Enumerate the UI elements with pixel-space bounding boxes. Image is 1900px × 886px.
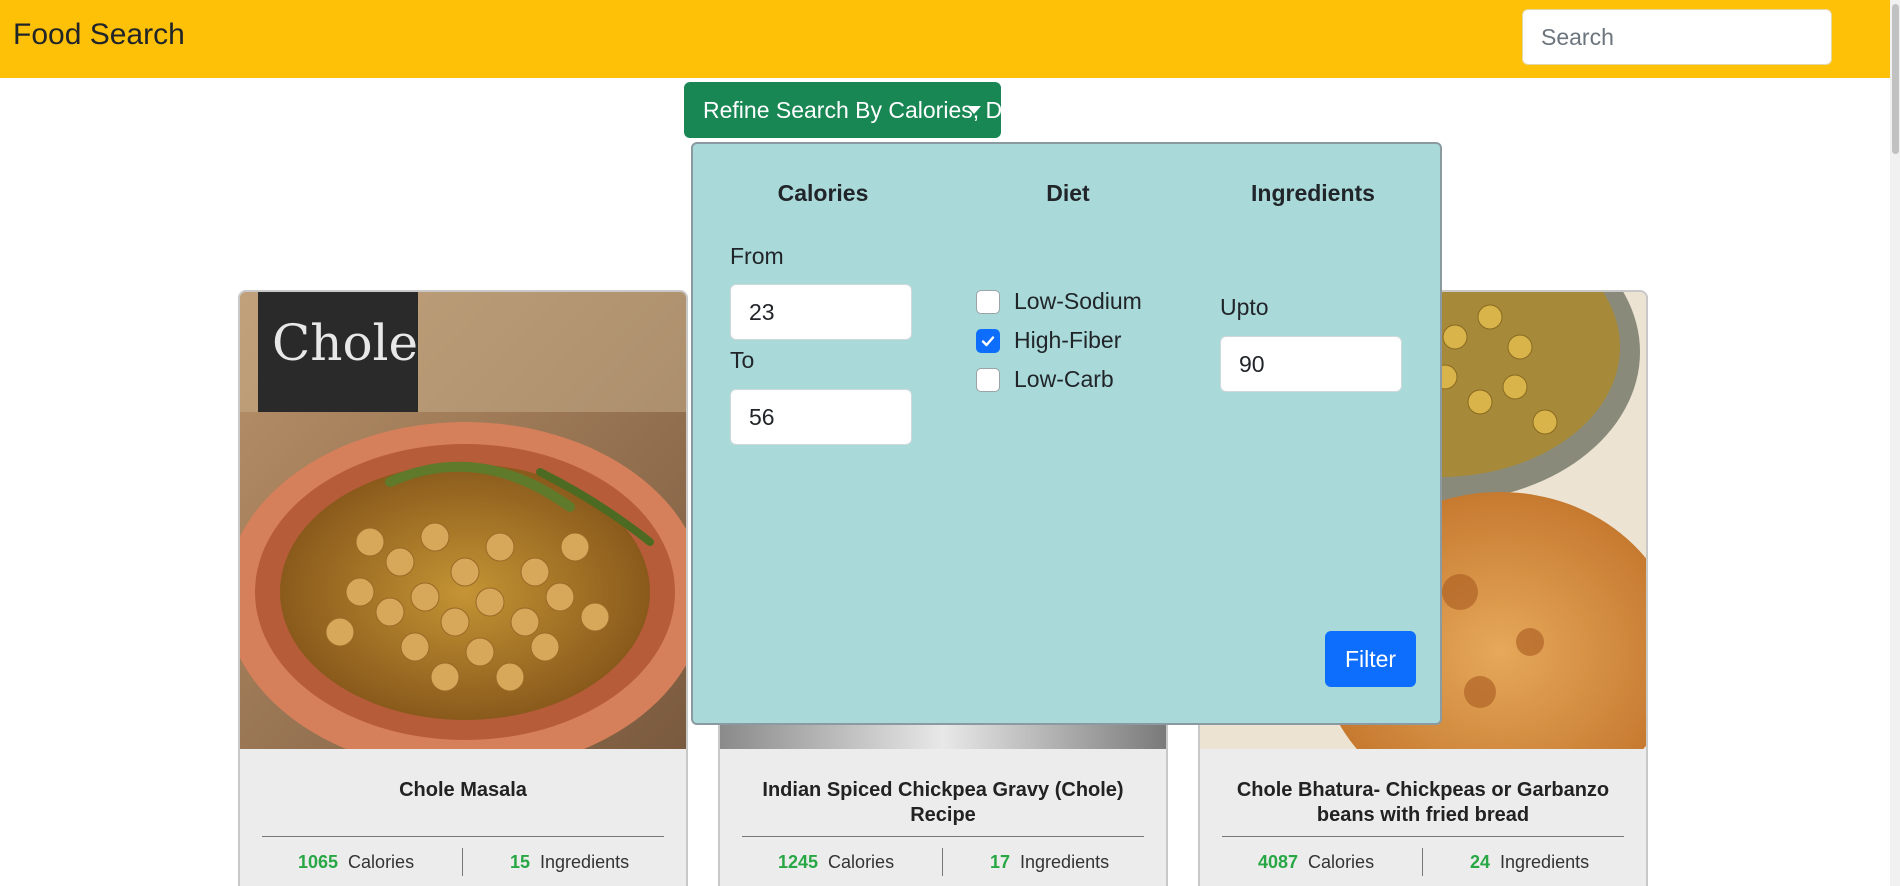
diet-option-high-fiber[interactable]: High-Fiber: [976, 327, 1121, 354]
chole-sign-text: Chole: [272, 314, 419, 372]
ingredients-value: 15: [510, 852, 531, 872]
low-carb-label: Low-Carb: [1014, 366, 1114, 392]
ingredients-label: Ingredients: [1020, 852, 1110, 872]
recipe-title[interactable]: Chole Bhatura- Chickpeas or Garbanzo bea…: [1200, 778, 1646, 828]
calories-label: Calories: [1308, 852, 1375, 872]
calories-value: 4087: [1258, 852, 1299, 872]
stat-divider: [1422, 848, 1423, 876]
calories-label: Calories: [348, 852, 415, 872]
stat-divider: [942, 848, 943, 876]
navbar: Food Search: [0, 0, 1890, 78]
recipe-title[interactable]: Indian Spiced Chickpea Gravy (Chole) Rec…: [720, 778, 1166, 828]
card-separator: [742, 836, 1144, 837]
from-label: From: [730, 243, 784, 269]
low-sodium-checkbox[interactable]: [976, 289, 1000, 314]
calories-from-input[interactable]: 23: [730, 284, 912, 340]
ingredients-heading: Ingredients: [1251, 180, 1375, 206]
ingredients-upto-input[interactable]: 90: [1220, 336, 1402, 392]
ingredients-label: Ingredients: [1500, 852, 1590, 872]
calories-stat: 1065 Calories: [298, 852, 414, 873]
refine-search-label: Refine Search By Calories, Diet, Ingredi…: [703, 96, 1153, 123]
ingredients-stat: 24 Ingredients: [1470, 852, 1589, 873]
calories-label: Calories: [828, 852, 895, 872]
search-input[interactable]: [1522, 9, 1832, 65]
scrollbar-thumb[interactable]: [1892, 4, 1899, 154]
ingredients-stat: 15 Ingredients: [510, 852, 629, 873]
refine-search-button[interactable]: Refine Search By Calories, Diet, Ingredi…: [684, 82, 1153, 138]
chevron-down-icon: [967, 106, 981, 114]
calories-value: 1245: [778, 852, 819, 872]
stat-divider: [462, 848, 463, 876]
ingredients-value: 24: [1470, 852, 1491, 872]
high-fiber-label: High-Fiber: [1014, 327, 1122, 353]
calories-value: 1065: [298, 852, 339, 872]
calories-heading: Calories: [777, 180, 869, 206]
diet-heading: Diet: [1046, 180, 1090, 206]
refine-dropdown-panel: Calories From 23 To 56 Diet Low-Sodium H…: [691, 142, 1442, 725]
ingredients-stat: 17 Ingredients: [990, 852, 1109, 873]
calories-stat: 1245 Calories: [778, 852, 894, 873]
filter-button[interactable]: Filter: [1325, 631, 1416, 687]
high-fiber-checkbox[interactable]: [976, 328, 1000, 353]
ingredients-value: 17: [990, 852, 1011, 872]
low-carb-checkbox[interactable]: [976, 367, 1000, 392]
card-separator: [1222, 836, 1624, 837]
brand-title[interactable]: Food Search: [13, 18, 185, 52]
to-label: To: [730, 347, 755, 373]
calories-to-input[interactable]: 56: [730, 389, 912, 445]
diet-option-low-sodium[interactable]: Low-Sodium: [976, 288, 1142, 315]
checkmark-icon: [981, 335, 995, 346]
recipe-title[interactable]: Chole Masala: [240, 778, 686, 803]
recipe-card[interactable]: Chole Chole Masala 1065 Calories 15 Ingred…: [238, 290, 688, 886]
diet-option-low-carb[interactable]: Low-Carb: [976, 366, 1114, 393]
ingredients-label: Ingredients: [540, 852, 630, 872]
low-sodium-label: Low-Sodium: [1014, 288, 1142, 314]
calories-stat: 4087 Calories: [1258, 852, 1374, 873]
upto-label: Upto: [1220, 294, 1269, 320]
card-separator: [262, 836, 664, 837]
